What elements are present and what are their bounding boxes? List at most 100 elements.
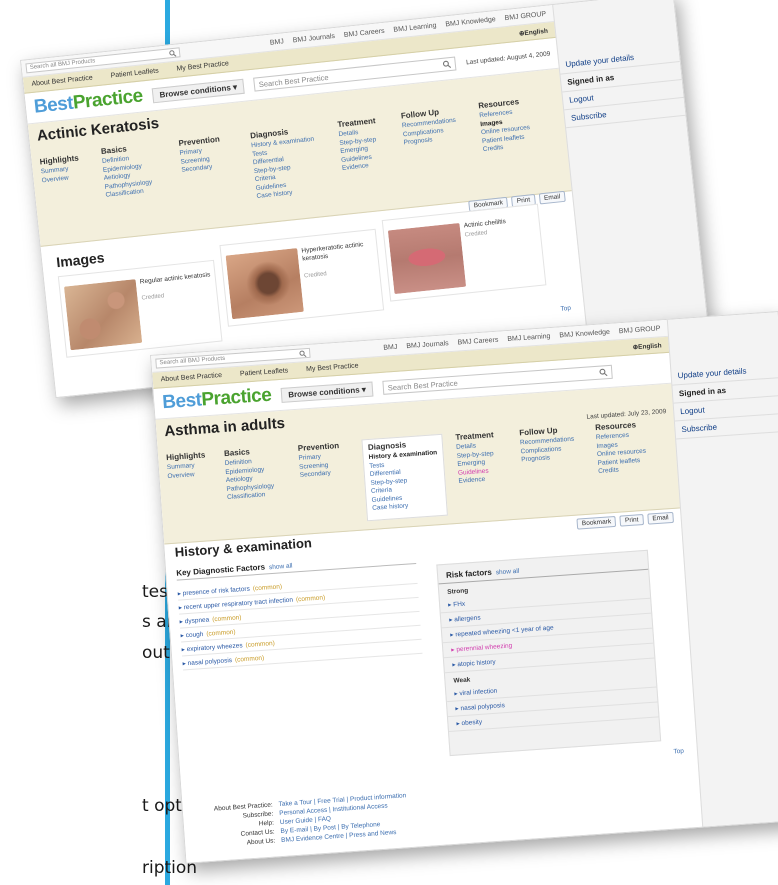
section-highlights: Highlights Summary Overview — [166, 450, 207, 481]
image-caption[interactable]: Regular actinic keratosis — [140, 271, 212, 286]
section-resources: Resources References Images Online resou… — [478, 96, 532, 154]
image-thumbnail[interactable] — [387, 222, 467, 295]
page-footer: About Best Practice: Take a Tour | Free T… — [193, 773, 665, 851]
email-button[interactable]: Email — [538, 190, 566, 205]
section-link[interactable]: Secondary — [300, 469, 342, 480]
factor-frequency: (common) — [295, 594, 326, 604]
image-caption[interactable]: Hyperkeratotic actinic keratosis — [301, 240, 374, 263]
section-link[interactable]: Classification — [227, 491, 275, 503]
search-icon[interactable] — [443, 60, 452, 69]
key-diagnostic-factors-list: ▸ presence of risk factors (common) ▸ rec… — [177, 569, 423, 671]
images-heading: Images — [55, 249, 106, 271]
nav-my-best-practice[interactable]: My Best Practice — [176, 60, 229, 72]
nav-patient-leaflets[interactable]: Patient Leaflets — [240, 367, 289, 377]
factor-text: cough — [185, 630, 204, 640]
image-card[interactable]: Regular actinic keratosis Credited — [57, 259, 223, 358]
factor-frequency: (common) — [245, 640, 276, 650]
section-treatment: Treatment Details Step-by-step Emerging … — [337, 116, 381, 173]
print-button[interactable]: Print — [619, 513, 644, 527]
screenshot-asthma-in-adults: Search all BMJ Products BMJ BMJ Journals… — [150, 311, 778, 864]
last-updated: Last updated: August 4, 2009 — [465, 50, 551, 66]
language-selector[interactable]: ⊕English — [632, 340, 669, 351]
factor-frequency: (common) — [206, 628, 236, 638]
nav-patient-leaflets[interactable]: Patient Leaflets — [110, 68, 159, 80]
image-card[interactable]: Actinic cheilitis Credited — [381, 203, 547, 302]
section-highlights: Highlights Summary Overview — [39, 153, 81, 185]
factor-frequency: (common) — [234, 654, 265, 664]
nav-my-best-practice[interactable]: My Best Practice — [306, 362, 359, 373]
section-prevention: Prevention Primary Screening Secondary — [178, 135, 223, 176]
image-credit: Credited — [303, 271, 328, 280]
page-content: Search all BMJ Products BMJ BMJ Journals… — [151, 319, 704, 863]
risk-text: allergens — [454, 614, 481, 624]
section-resources: Resources References Images Online resou… — [595, 420, 648, 477]
section-diagnosis: Diagnosis History & examination Tests Di… — [361, 433, 448, 521]
browse-conditions-label: Browse conditions — [159, 82, 232, 100]
bmj-learning-link[interactable]: BMJ Learning — [393, 22, 437, 33]
search-icon[interactable] — [599, 368, 608, 377]
bmj-careers-link[interactable]: BMJ Careers — [344, 27, 385, 38]
logo-part-best: Best — [161, 389, 203, 414]
chevron-down-icon: ▾ — [232, 81, 238, 92]
image-credit: Credited — [141, 293, 165, 302]
kdf-heading-label: Key Diagnostic Factors — [175, 562, 266, 578]
browse-conditions-dropdown[interactable]: Browse conditions ▾ — [280, 381, 374, 403]
risk-heading-label: Risk factors — [445, 567, 493, 580]
bookmark-button[interactable]: Bookmark — [576, 515, 617, 530]
last-updated: Last updated: July 23, 2009 — [586, 408, 667, 421]
risk-factors-panel: Risk factors show all Strong ▸ FHx ▸ alle… — [436, 549, 662, 757]
language-label: English — [637, 341, 662, 351]
browse-conditions-dropdown[interactable]: Browse conditions ▾ — [151, 78, 245, 103]
section-basics: Basics Definition Epidemiology Aetiology… — [101, 142, 154, 200]
best-practice-logo[interactable]: BestPractice — [162, 385, 272, 415]
bmj-group-link[interactable]: BMJ GROUP — [619, 325, 661, 335]
search-best-practice-placeholder: Search Best Practice — [387, 378, 458, 392]
section-heading: Treatment — [455, 430, 494, 442]
kdf-show-all-link[interactable]: show all — [269, 563, 293, 572]
section-follow-up: Follow Up Recommendations Complications … — [519, 425, 576, 465]
account-links: Update your details Signed in as Logout … — [558, 44, 686, 129]
image-thumbnail[interactable] — [63, 279, 143, 351]
chevron-down-icon: ▾ — [361, 384, 367, 394]
bmj-knowledge-link[interactable]: BMJ Knowledge — [559, 328, 610, 339]
factor-frequency: (common) — [212, 614, 242, 624]
logo-part-best: Best — [32, 92, 75, 118]
bmj-knowledge-link[interactable]: BMJ Knowledge — [445, 16, 496, 28]
factor-text: dyspnea — [184, 616, 210, 626]
bmj-journals-link[interactable]: BMJ Journals — [292, 32, 335, 43]
bmj-careers-link[interactable]: BMJ Careers — [457, 336, 498, 346]
factor-text: nasal polyposis — [187, 657, 233, 668]
factor-frequency: (common) — [252, 583, 283, 593]
section-diagnosis: Diagnosis History & examination Tests Di… — [250, 125, 320, 202]
language-selector[interactable]: ⊕English — [519, 25, 557, 37]
bmj-learning-link[interactable]: BMJ Learning — [507, 333, 551, 343]
risk-text: FHx — [453, 600, 466, 609]
logo-part-practice: Practice — [200, 384, 272, 411]
image-thumbnail[interactable] — [225, 248, 304, 320]
logo-part-practice: Practice — [71, 85, 144, 114]
bmj-journals-link[interactable]: BMJ Journals — [406, 340, 449, 350]
section-follow-up: Follow Up Recommendations Complications … — [400, 106, 458, 148]
nav-about-best-practice[interactable]: About Best Practice — [31, 75, 93, 88]
email-button[interactable]: Email — [647, 511, 674, 525]
top-link[interactable]: Top — [673, 748, 684, 756]
risk-show-all-link[interactable]: show all — [496, 568, 520, 577]
bmj-link[interactable]: BMJ — [270, 38, 285, 46]
section-link[interactable]: Evidence — [458, 475, 497, 486]
top-link[interactable]: Top — [560, 305, 571, 313]
risk-text: atopic history — [457, 658, 496, 669]
section-prevention: Prevention Primary Screening Secondary — [298, 441, 342, 480]
image-credit: Credited — [464, 230, 488, 239]
section-heading: Highlights — [165, 450, 206, 463]
image-card[interactable]: Hyperkeratotic actinic keratosis Credite… — [219, 228, 385, 327]
browse-conditions-label: Browse conditions — [287, 384, 360, 399]
account-links: Update your details Signed in as Logout … — [671, 360, 778, 440]
condition-title: Asthma in adults — [163, 414, 286, 441]
bmj-link[interactable]: BMJ — [383, 343, 397, 351]
image-caption[interactable]: Actinic cheilitis — [463, 215, 535, 230]
search-icon — [169, 49, 177, 57]
nav-about-best-practice[interactable]: About Best Practice — [161, 372, 223, 383]
bmj-group-link[interactable]: BMJ GROUP — [504, 10, 546, 21]
risk-text: nasal polyposis — [460, 702, 506, 713]
section-heading: Prevention — [297, 441, 340, 453]
